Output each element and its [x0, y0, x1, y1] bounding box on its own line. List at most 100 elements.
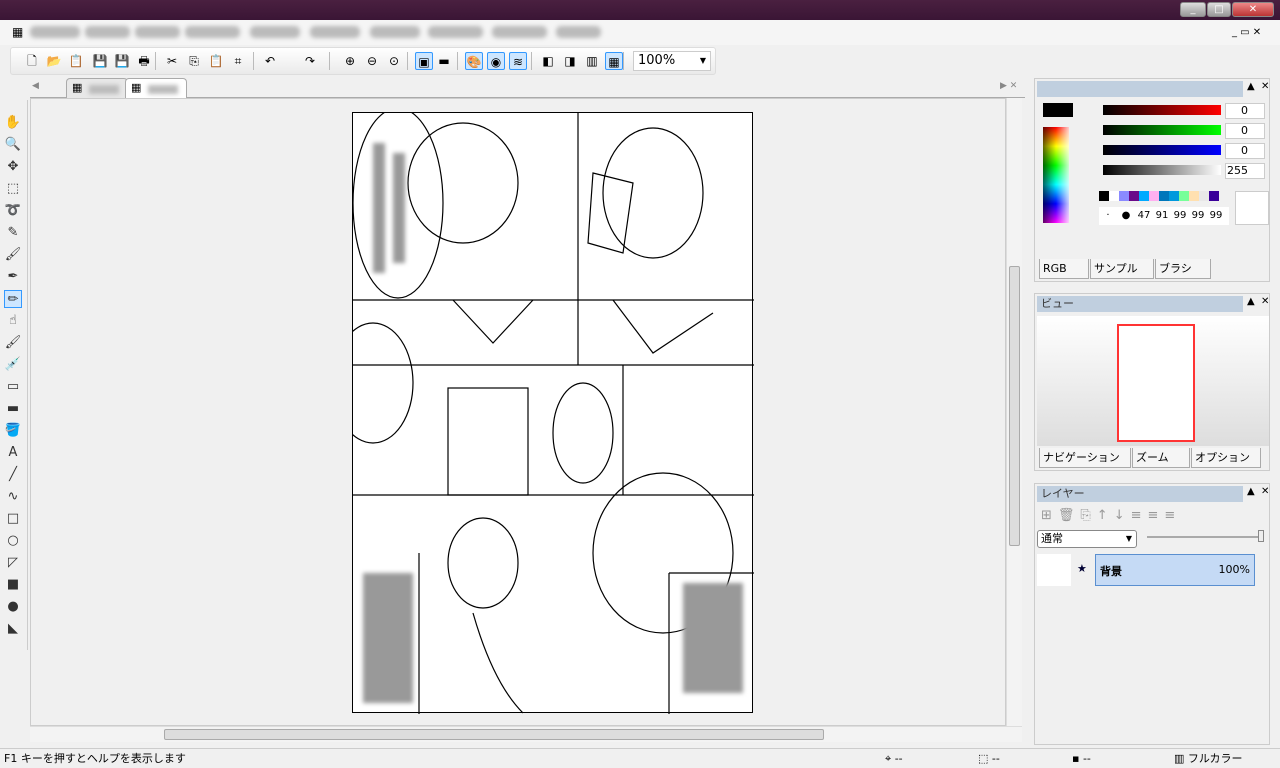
color-swatch[interactable] — [1149, 191, 1159, 201]
vertical-scrollbar[interactable] — [1006, 98, 1022, 726]
horizontal-scrollbar[interactable] — [30, 726, 1022, 742]
hand-tool[interactable]: ✋ — [4, 114, 22, 132]
zoom-tool[interactable]: 🔍 — [4, 136, 22, 154]
curve-tool[interactable]: ∿ — [4, 488, 22, 506]
tab-scroll-right[interactable]: ▶ ✕ — [1000, 81, 1017, 91]
document-tab[interactable]: ▦ — [66, 78, 128, 98]
red-value[interactable]: 0 — [1225, 103, 1265, 119]
alpha-value[interactable]: 255 — [1225, 163, 1265, 179]
crop-button[interactable]: ⌗ — [229, 52, 247, 70]
line-tool[interactable]: ╱ — [4, 466, 22, 484]
save-button[interactable]: 💾 — [91, 52, 109, 70]
layer-row[interactable]: 背景 100% — [1095, 554, 1255, 586]
color-swatch[interactable] — [1119, 191, 1129, 201]
print-button[interactable]: 🖶 — [135, 52, 153, 70]
menu-item[interactable] — [250, 26, 300, 38]
paste-button[interactable]: 📋 — [207, 52, 225, 70]
panel-tab[interactable]: ズーム — [1132, 448, 1190, 468]
color-swatch[interactable] — [1189, 191, 1199, 201]
save-all-button[interactable]: 💾 — [113, 52, 131, 70]
navigator-viewport[interactable] — [1117, 324, 1195, 442]
layers-button[interactable]: ≋ — [509, 52, 527, 70]
redo-button[interactable]: ↷ — [301, 52, 319, 70]
color-swatch[interactable] — [1099, 191, 1109, 201]
finger-tool[interactable]: ☝ — [4, 312, 22, 330]
manga-page-canvas[interactable] — [352, 112, 754, 714]
menu-item[interactable] — [310, 26, 360, 38]
canvas-area[interactable] — [30, 98, 1006, 726]
layer-toolbar[interactable]: ⊞🗑⎘↑↓≡≡≡ — [1041, 508, 1181, 523]
color-swatch[interactable] — [1109, 191, 1119, 201]
close-button[interactable]: ✕ — [1261, 81, 1269, 92]
maximize-button[interactable]: □ — [1207, 2, 1231, 17]
panel-tab[interactable]: オプション — [1191, 448, 1261, 468]
tab-scroll-left[interactable]: ◀ — [32, 81, 39, 91]
open-button[interactable]: 📂 — [45, 52, 63, 70]
fill-tool[interactable]: 🪣 — [4, 422, 22, 440]
mono-button[interactable]: ◧ — [539, 52, 557, 70]
vertical-scroll-thumb[interactable] — [1009, 266, 1020, 546]
brush-tool[interactable]: 🖌 — [4, 246, 22, 264]
pencil-tool[interactable]: ✎ — [4, 224, 22, 242]
filled-rect-tool[interactable]: ■ — [4, 576, 22, 594]
palette-button[interactable]: 🎨 — [465, 52, 483, 70]
opacity-slider[interactable] — [1147, 530, 1264, 542]
minimize-button[interactable]: _ — [1180, 2, 1206, 17]
hue-picker[interactable] — [1043, 127, 1069, 223]
ruler-button[interactable]: ▬ — [435, 52, 453, 70]
blend-mode-select[interactable]: 通常 ▼ — [1037, 530, 1137, 548]
panel-tab[interactable]: ナビゲーション — [1039, 448, 1131, 468]
filled-polygon-tool[interactable]: ◣ — [4, 620, 22, 638]
undo-button[interactable]: ↶ — [261, 52, 279, 70]
collapse-button[interactable]: ▲ — [1247, 81, 1255, 92]
color-swatch[interactable] — [1159, 191, 1169, 201]
pen-tool[interactable]: ✏ — [4, 290, 22, 308]
menu-item[interactable] — [135, 26, 180, 38]
horizontal-scroll-thumb[interactable] — [164, 729, 824, 740]
zoom-out-button[interactable]: ⊖ — [363, 52, 381, 70]
menu-item[interactable] — [492, 26, 547, 38]
eraser-tool[interactable]: ▭ — [4, 378, 22, 396]
zoom-in-button[interactable]: ⊕ — [341, 52, 359, 70]
menu-item[interactable] — [428, 26, 483, 38]
paste-new-button[interactable]: 📋 — [67, 52, 85, 70]
color-levels-button[interactable]: ▥ — [583, 52, 601, 70]
new-button[interactable]: 🗋 — [23, 52, 41, 70]
lasso-tool[interactable]: ➰ — [4, 202, 22, 220]
red-slider[interactable] — [1103, 105, 1221, 115]
zoom-fit-button[interactable]: ⊙ — [385, 52, 403, 70]
alpha-slider[interactable] — [1103, 165, 1221, 175]
brush-size[interactable]: 91 — [1153, 207, 1171, 225]
menu-item[interactable] — [370, 26, 420, 38]
color-swatch[interactable] — [1209, 191, 1219, 201]
menu-item[interactable] — [30, 26, 80, 38]
image-button[interactable]: ▣ — [415, 52, 433, 70]
zoom-select[interactable]: 100% ▼ — [633, 51, 711, 71]
panel-tab[interactable]: サンプル — [1090, 259, 1154, 279]
menu-item[interactable] — [185, 26, 240, 38]
gray-button[interactable]: ◨ — [561, 52, 579, 70]
close-button[interactable]: ✕ — [1261, 486, 1269, 497]
blue-slider[interactable] — [1103, 145, 1221, 155]
mdi-controls[interactable]: _ ▭ ✕ — [1232, 27, 1261, 38]
airbrush-tool[interactable]: ✒ — [4, 268, 22, 286]
blue-value[interactable]: 0 — [1225, 143, 1265, 159]
close-button[interactable]: ✕ — [1232, 2, 1274, 17]
brush-size[interactable]: ● — [1117, 207, 1135, 225]
color-swatch[interactable] — [1139, 191, 1149, 201]
polygon-tool[interactable]: ◸ — [4, 554, 22, 572]
foreground-color[interactable] — [1043, 103, 1073, 117]
fullcolor-button[interactable]: ▦ — [605, 52, 623, 70]
eyedropper-tool[interactable]: 💉 — [4, 356, 22, 374]
green-value[interactable]: 0 — [1225, 123, 1265, 139]
collapse-button[interactable]: ▲ — [1247, 486, 1255, 497]
select-rect-tool[interactable]: ⬚ — [4, 180, 22, 198]
panel-tab[interactable]: RGB — [1039, 259, 1089, 279]
brush-size[interactable]: 99 — [1171, 207, 1189, 225]
copy-button[interactable]: ⎘ — [185, 52, 203, 70]
color-swatch[interactable] — [1129, 191, 1139, 201]
brush-size[interactable]: 99 — [1207, 207, 1225, 225]
filled-ellipse-tool[interactable]: ● — [4, 598, 22, 616]
menu-item[interactable] — [556, 26, 601, 38]
menu-item[interactable] — [85, 26, 130, 38]
